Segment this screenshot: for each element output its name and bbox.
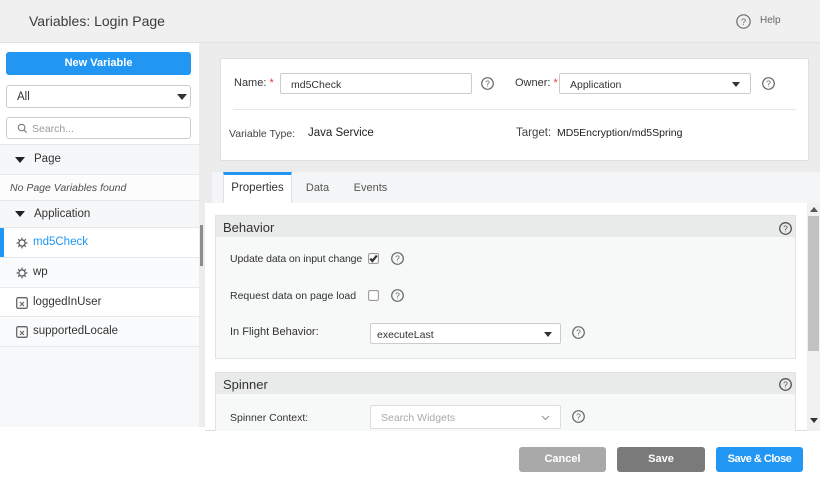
svg-text:?: ? [783,224,788,234]
svg-text:?: ? [395,291,400,301]
svg-text:?: ? [741,17,746,28]
svg-text:?: ? [395,254,400,264]
svg-text:?: ? [766,79,771,89]
svg-text:?: ? [576,328,581,338]
svg-text:?: ? [485,79,490,89]
svg-text:?: ? [783,380,788,390]
svg-text:?: ? [576,412,581,422]
